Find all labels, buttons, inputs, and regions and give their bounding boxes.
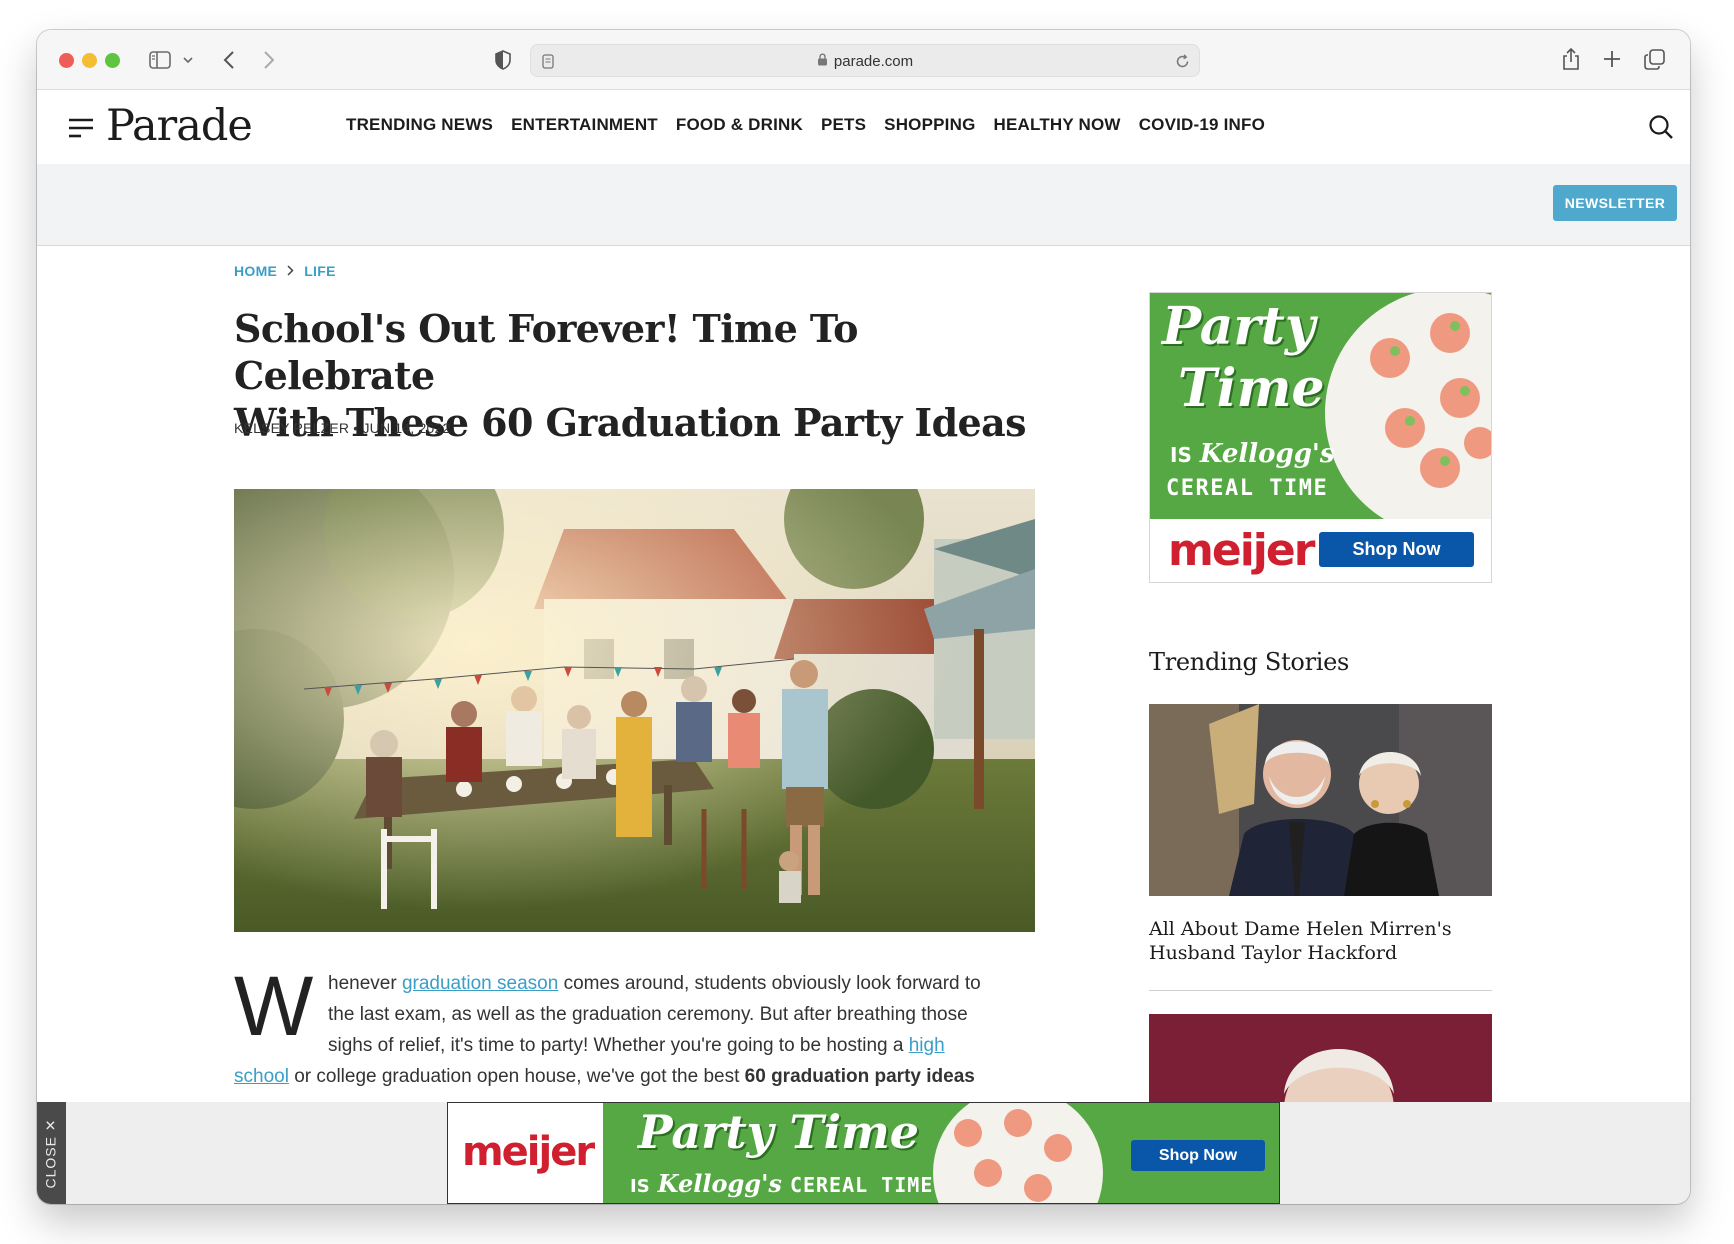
site-header: Parade TRENDING NEWS ENTERTAINMENT FOOD … (37, 91, 1690, 164)
high-school-link[interactable]: high (909, 1035, 945, 1056)
privacy-shield-icon[interactable] (491, 48, 515, 72)
body-text: comes around, students obviously look fo… (558, 973, 981, 994)
sidebar-ad[interactable]: Party Time IS Kellogg's CEREAL TIME meij… (1149, 292, 1492, 583)
ad-headline-time: Time (1178, 358, 1325, 419)
lock-icon (817, 52, 828, 71)
story-title-line-1: All About Dame Helen Mirren's (1149, 918, 1452, 940)
nav-healthy-now[interactable]: HEALTHY NOW (994, 115, 1121, 135)
trending-stories-heading: Trending Stories (1149, 648, 1350, 676)
forward-arrow-icon[interactable] (258, 48, 280, 72)
body-text: the last exam, as well as the graduation… (328, 1004, 968, 1025)
newsletter-button[interactable]: NEWSLETTER (1553, 185, 1677, 221)
divider (1149, 990, 1492, 991)
url-text[interactable]: parade.com (834, 53, 913, 70)
bottom-ad-tagline: CEREAL TIME (789, 1173, 934, 1197)
ad-is-text: IS (1170, 443, 1192, 467)
tab-overview-icon[interactable] (1642, 47, 1666, 71)
ad-strip: NEWSLETTER (37, 164, 1690, 246)
browser-toolbar: parade.com (37, 30, 1690, 90)
close-ad-text: CLOSE ✕ (43, 1117, 59, 1189)
reload-icon[interactable] (1173, 52, 1191, 70)
breadcrumb-life[interactable]: LIFE (304, 263, 336, 279)
nav-pets[interactable]: PETS (821, 115, 866, 135)
body-line-3: sighs of relief, it's time to party! Whe… (328, 1030, 945, 1061)
article-byline: KELSEY PELZER • JUN 14, 2022 (234, 420, 451, 436)
breadcrumb: HOME LIFE (234, 263, 336, 279)
high-school-link-cont[interactable]: school (234, 1066, 289, 1087)
nav-food-drink[interactable]: FOOD & DRINK (676, 115, 803, 135)
body-line-1: henever graduation season comes around, … (328, 968, 981, 999)
bottom-ad[interactable]: meijer Party Time IS Kellogg's CEREAL TI… (447, 1102, 1280, 1204)
trending-story-title[interactable]: All About Dame Helen Mirren's Husband Ta… (1149, 917, 1492, 965)
bottom-ad-shop-now-button[interactable]: Shop Now (1131, 1140, 1265, 1171)
chevron-down-icon[interactable] (181, 52, 195, 68)
nav-shopping[interactable]: SHOPPING (884, 115, 975, 135)
nav-covid-info[interactable]: COVID-19 INFO (1139, 115, 1265, 135)
author-name[interactable]: KELSEY PELZER (234, 420, 349, 436)
parade-logo[interactable]: Parade (106, 101, 253, 151)
body-text: or college graduation open house, we've … (288, 1066, 745, 1087)
meijer-logo-bottom: meijer (462, 1129, 595, 1175)
body-bold-text: 60 graduation party ideas (744, 1066, 975, 1087)
minimize-window-button[interactable] (82, 53, 97, 68)
ad-shop-now-button[interactable]: Shop Now (1319, 532, 1474, 567)
new-tab-plus-icon[interactable] (1601, 48, 1623, 70)
body-line-2: the last exam, as well as the graduation… (328, 999, 968, 1030)
sidebar-toggle-icon[interactable] (147, 48, 173, 72)
bottom-ad-is: IS (630, 1176, 650, 1197)
nav-entertainment[interactable]: ENTERTAINMENT (511, 115, 658, 135)
zoom-window-button[interactable] (105, 53, 120, 68)
ad-tagline: CEREAL TIME (1166, 476, 1329, 501)
hero-image (234, 489, 1035, 932)
kelloggs-logo-bottom: Kellogg's (657, 1169, 782, 1198)
close-window-button[interactable] (59, 53, 74, 68)
close-ad-button[interactable]: CLOSE ✕ (37, 1102, 66, 1204)
main-navigation: TRENDING NEWS ENTERTAINMENT FOOD & DRINK… (346, 115, 1265, 135)
nav-trending-news[interactable]: TRENDING NEWS (346, 115, 493, 135)
search-icon[interactable] (1647, 113, 1675, 141)
graduation-season-link[interactable]: graduation season (402, 973, 558, 994)
body-line-4: school or college graduation open house,… (234, 1061, 975, 1092)
trending-story-image[interactable] (1149, 704, 1492, 896)
address-bar[interactable]: parade.com (530, 44, 1200, 77)
headline-line-1: School's Out Forever! Time To Celebrate (234, 306, 859, 398)
browser-window: parade.com Parade TRENDING NEWS ENTERTAI… (37, 30, 1690, 1204)
story-title-line-2: Husband Taylor Hackford (1149, 942, 1398, 964)
ad-headline-party: Party (1162, 296, 1316, 357)
breadcrumb-home[interactable]: HOME (234, 263, 277, 279)
bottom-ad-headline: Party Time (638, 1105, 920, 1159)
body-text: henever (328, 973, 402, 994)
drop-cap: W (234, 959, 314, 1053)
body-text: sighs of relief, it's time to party! Whe… (328, 1035, 909, 1056)
kelloggs-logo: Kellogg's (1199, 439, 1335, 469)
share-icon[interactable] (1559, 46, 1583, 72)
meijer-logo: meijer (1168, 525, 1315, 576)
sticky-ad-bar: CLOSE ✕ meijer Party Time IS Kellogg's C… (37, 1102, 1690, 1204)
menu-hamburger-icon[interactable] (66, 115, 96, 141)
chevron-right-icon (287, 263, 294, 279)
back-arrow-icon[interactable] (218, 48, 240, 72)
publish-date: JUN 14, 2022 (362, 420, 451, 436)
